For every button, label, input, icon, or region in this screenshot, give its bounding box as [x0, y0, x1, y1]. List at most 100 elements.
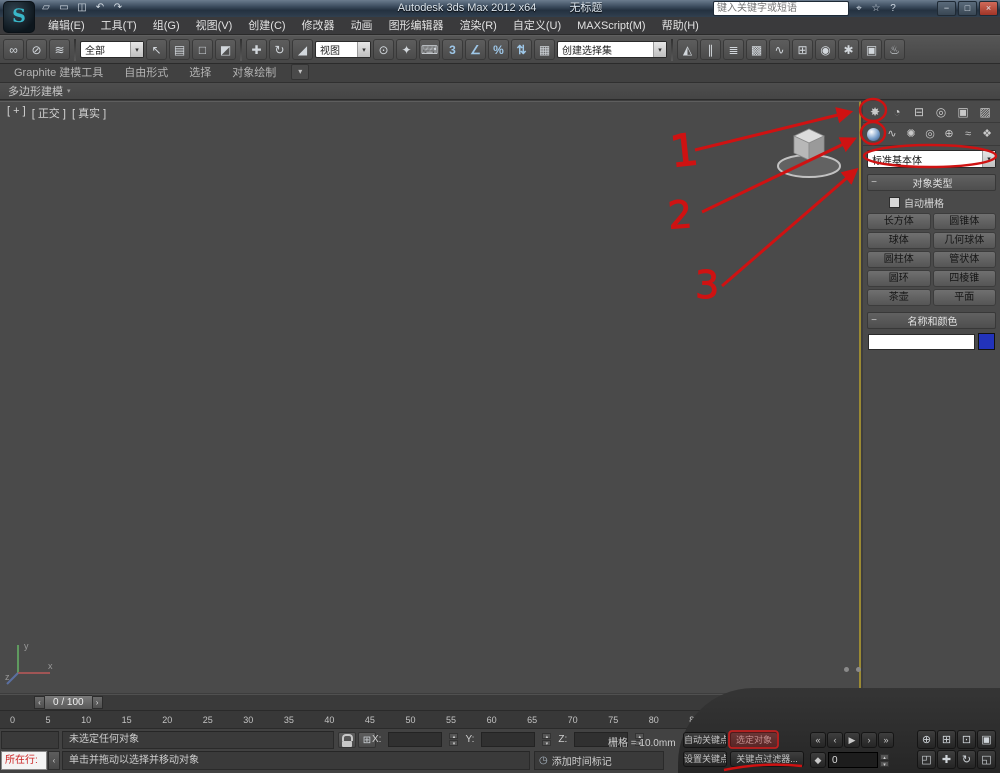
- panel-tab-hierarchy[interactable]: ⊟: [909, 103, 929, 121]
- pan-icon[interactable]: ✚: [937, 750, 956, 769]
- keyboard-override-icon[interactable]: ⌨: [419, 39, 440, 60]
- ribbon-tab[interactable]: 自由形式: [114, 65, 178, 82]
- key-filters-button[interactable]: 关键点过滤器...: [730, 751, 804, 767]
- auto-key-button[interactable]: 自动关键点: [683, 732, 727, 748]
- rendered-frame-icon[interactable]: ▣: [861, 39, 882, 60]
- minimize-button[interactable]: −: [937, 1, 956, 16]
- select-and-move-icon[interactable]: ✚: [246, 39, 267, 60]
- search-input[interactable]: [713, 1, 849, 16]
- select-by-name-icon[interactable]: ▤: [169, 39, 190, 60]
- key-mode-toggle[interactable]: ◆: [810, 752, 826, 768]
- panel-tab-display[interactable]: ▣: [953, 103, 973, 121]
- play-button[interactable]: ▶: [844, 732, 860, 748]
- menu-item[interactable]: 创建(C): [240, 17, 293, 35]
- material-editor-icon[interactable]: ◉: [815, 39, 836, 60]
- panel-tab-modify[interactable]: ◔: [887, 103, 907, 121]
- object-type-button[interactable]: 几何球体: [932, 232, 996, 249]
- zoom-extents-icon[interactable]: ⊡: [957, 730, 976, 749]
- ribbon-tab[interactable]: Graphite 建模工具: [4, 65, 113, 82]
- unlink-selection-icon[interactable]: ⊘: [26, 39, 47, 60]
- new-scene-icon[interactable]: ▱: [38, 1, 54, 15]
- select-and-link-icon[interactable]: ∞: [3, 39, 24, 60]
- menu-item[interactable]: MAXScript(M): [569, 17, 653, 35]
- close-button[interactable]: ×: [979, 1, 998, 16]
- current-frame-field[interactable]: [828, 752, 878, 768]
- category-space-warps-icon[interactable]: ≈: [960, 126, 976, 142]
- menu-item[interactable]: 渲染(R): [452, 17, 505, 35]
- prev-frame-arrow[interactable]: ‹: [34, 696, 45, 709]
- geometry-subcategory-dropdown[interactable]: 标准基本体 ▾: [867, 150, 996, 168]
- selection-region-icon[interactable]: □: [192, 39, 213, 60]
- category-cameras-icon[interactable]: ◎: [922, 126, 938, 142]
- polygon-modeling-panel-button[interactable]: 多边形建模: [8, 83, 63, 99]
- align-icon[interactable]: ∥: [700, 39, 721, 60]
- select-and-rotate-icon[interactable]: ↻: [269, 39, 290, 60]
- app-logo-button[interactable]: S: [3, 1, 35, 33]
- select-and-manipulate-icon[interactable]: ✦: [396, 39, 417, 60]
- menu-item[interactable]: 自定义(U): [505, 17, 569, 35]
- schematic-view-icon[interactable]: ⊞: [792, 39, 813, 60]
- menu-item[interactable]: 图形编辑器: [381, 17, 452, 35]
- maxscript-macro-line[interactable]: [1, 731, 59, 749]
- favorites-icon[interactable]: ☆: [869, 2, 883, 16]
- reference-coordinate-dropdown[interactable]: 视图 ▾: [315, 41, 371, 58]
- ribbon-tab[interactable]: 选择: [179, 65, 221, 82]
- open-file-icon[interactable]: ▭: [56, 1, 72, 15]
- viewport-general-menu[interactable]: [ + ]: [6, 105, 27, 121]
- maxscript-mini-listener[interactable]: 所在行:: [1, 751, 47, 770]
- window-crossing-icon[interactable]: ◩: [215, 39, 236, 60]
- category-systems-icon[interactable]: ❖: [979, 126, 995, 142]
- zoom-icon[interactable]: ⊕: [917, 730, 936, 749]
- save-file-icon[interactable]: ◫: [74, 1, 90, 15]
- category-geometry-icon[interactable]: ●: [867, 127, 880, 141]
- select-and-scale-icon[interactable]: ◢: [292, 39, 313, 60]
- bind-to-space-warp-icon[interactable]: ≋: [49, 39, 70, 60]
- object-type-button[interactable]: 圆环: [867, 270, 931, 287]
- next-frame-arrow[interactable]: ›: [91, 696, 103, 709]
- angle-snap-icon[interactable]: ∠: [465, 39, 486, 60]
- zoom-extents-all-icon[interactable]: ▣: [977, 730, 996, 749]
- maximize-viewport-toggle[interactable]: ◱: [977, 750, 996, 769]
- menu-item[interactable]: 编辑(E): [40, 17, 93, 35]
- object-type-button[interactable]: 球体: [867, 232, 931, 249]
- object-type-button[interactable]: 平面: [932, 289, 996, 306]
- menu-item[interactable]: 修改器: [294, 17, 343, 35]
- render-setup-icon[interactable]: ✱: [838, 39, 859, 60]
- goto-end-button[interactable]: »: [878, 732, 894, 748]
- object-type-button[interactable]: 长方体: [867, 213, 931, 230]
- y-coordinate-field[interactable]: [481, 732, 536, 747]
- curve-editor-icon[interactable]: ∿: [769, 39, 790, 60]
- goto-start-button[interactable]: «: [810, 732, 826, 748]
- autogrid-checkbox[interactable]: [889, 197, 900, 208]
- category-lights-icon[interactable]: ✺: [903, 126, 919, 142]
- selection-lock-toggle[interactable]: [338, 732, 356, 748]
- category-shapes-icon[interactable]: ∿: [884, 126, 900, 142]
- maximize-button[interactable]: □: [958, 1, 977, 16]
- viewport-pov-menu[interactable]: [ 正交 ]: [31, 105, 67, 121]
- search-go-icon[interactable]: ⌖: [852, 2, 866, 16]
- selection-filter-dropdown[interactable]: 全部 ▾: [80, 41, 144, 58]
- object-type-button[interactable]: 圆柱体: [867, 251, 931, 268]
- time-slider[interactable]: ‹ 0 / 100 ›: [0, 694, 752, 710]
- panel-resize-handle[interactable]: [844, 667, 861, 672]
- time-slider-grip[interactable]: ‹ 0 / 100 ›: [34, 695, 103, 710]
- object-type-button[interactable]: 管状体: [932, 251, 996, 268]
- menu-item[interactable]: 工具(T): [93, 17, 145, 35]
- selected-filter-dropdown[interactable]: 选定对象: [730, 732, 778, 748]
- orbit-icon[interactable]: ↻: [957, 750, 976, 769]
- add-time-tag-button[interactable]: ◷ 添加时间标记: [534, 751, 664, 770]
- redo-icon[interactable]: ↷: [110, 1, 126, 15]
- track-bar[interactable]: 051015202530354045505560657075808590: [0, 710, 752, 729]
- named-selection-set-dropdown[interactable]: 创建选择集 ▾: [557, 41, 667, 58]
- object-type-button[interactable]: 茶壶: [867, 289, 931, 306]
- use-pivot-center-icon[interactable]: ⊙: [373, 39, 394, 60]
- menu-item[interactable]: 视图(V): [188, 17, 241, 35]
- viewport-shading-menu[interactable]: [ 真实 ]: [71, 105, 107, 121]
- help-icon[interactable]: ?: [886, 2, 900, 16]
- spinner-snap-icon[interactable]: ⇅: [511, 39, 532, 60]
- undo-icon[interactable]: ↶: [92, 1, 108, 15]
- menu-item[interactable]: 帮助(H): [654, 17, 707, 35]
- object-type-button[interactable]: 圆锥体: [932, 213, 996, 230]
- viewcube[interactable]: [773, 120, 845, 182]
- y-spinner[interactable]: ▴ ▾: [542, 733, 552, 747]
